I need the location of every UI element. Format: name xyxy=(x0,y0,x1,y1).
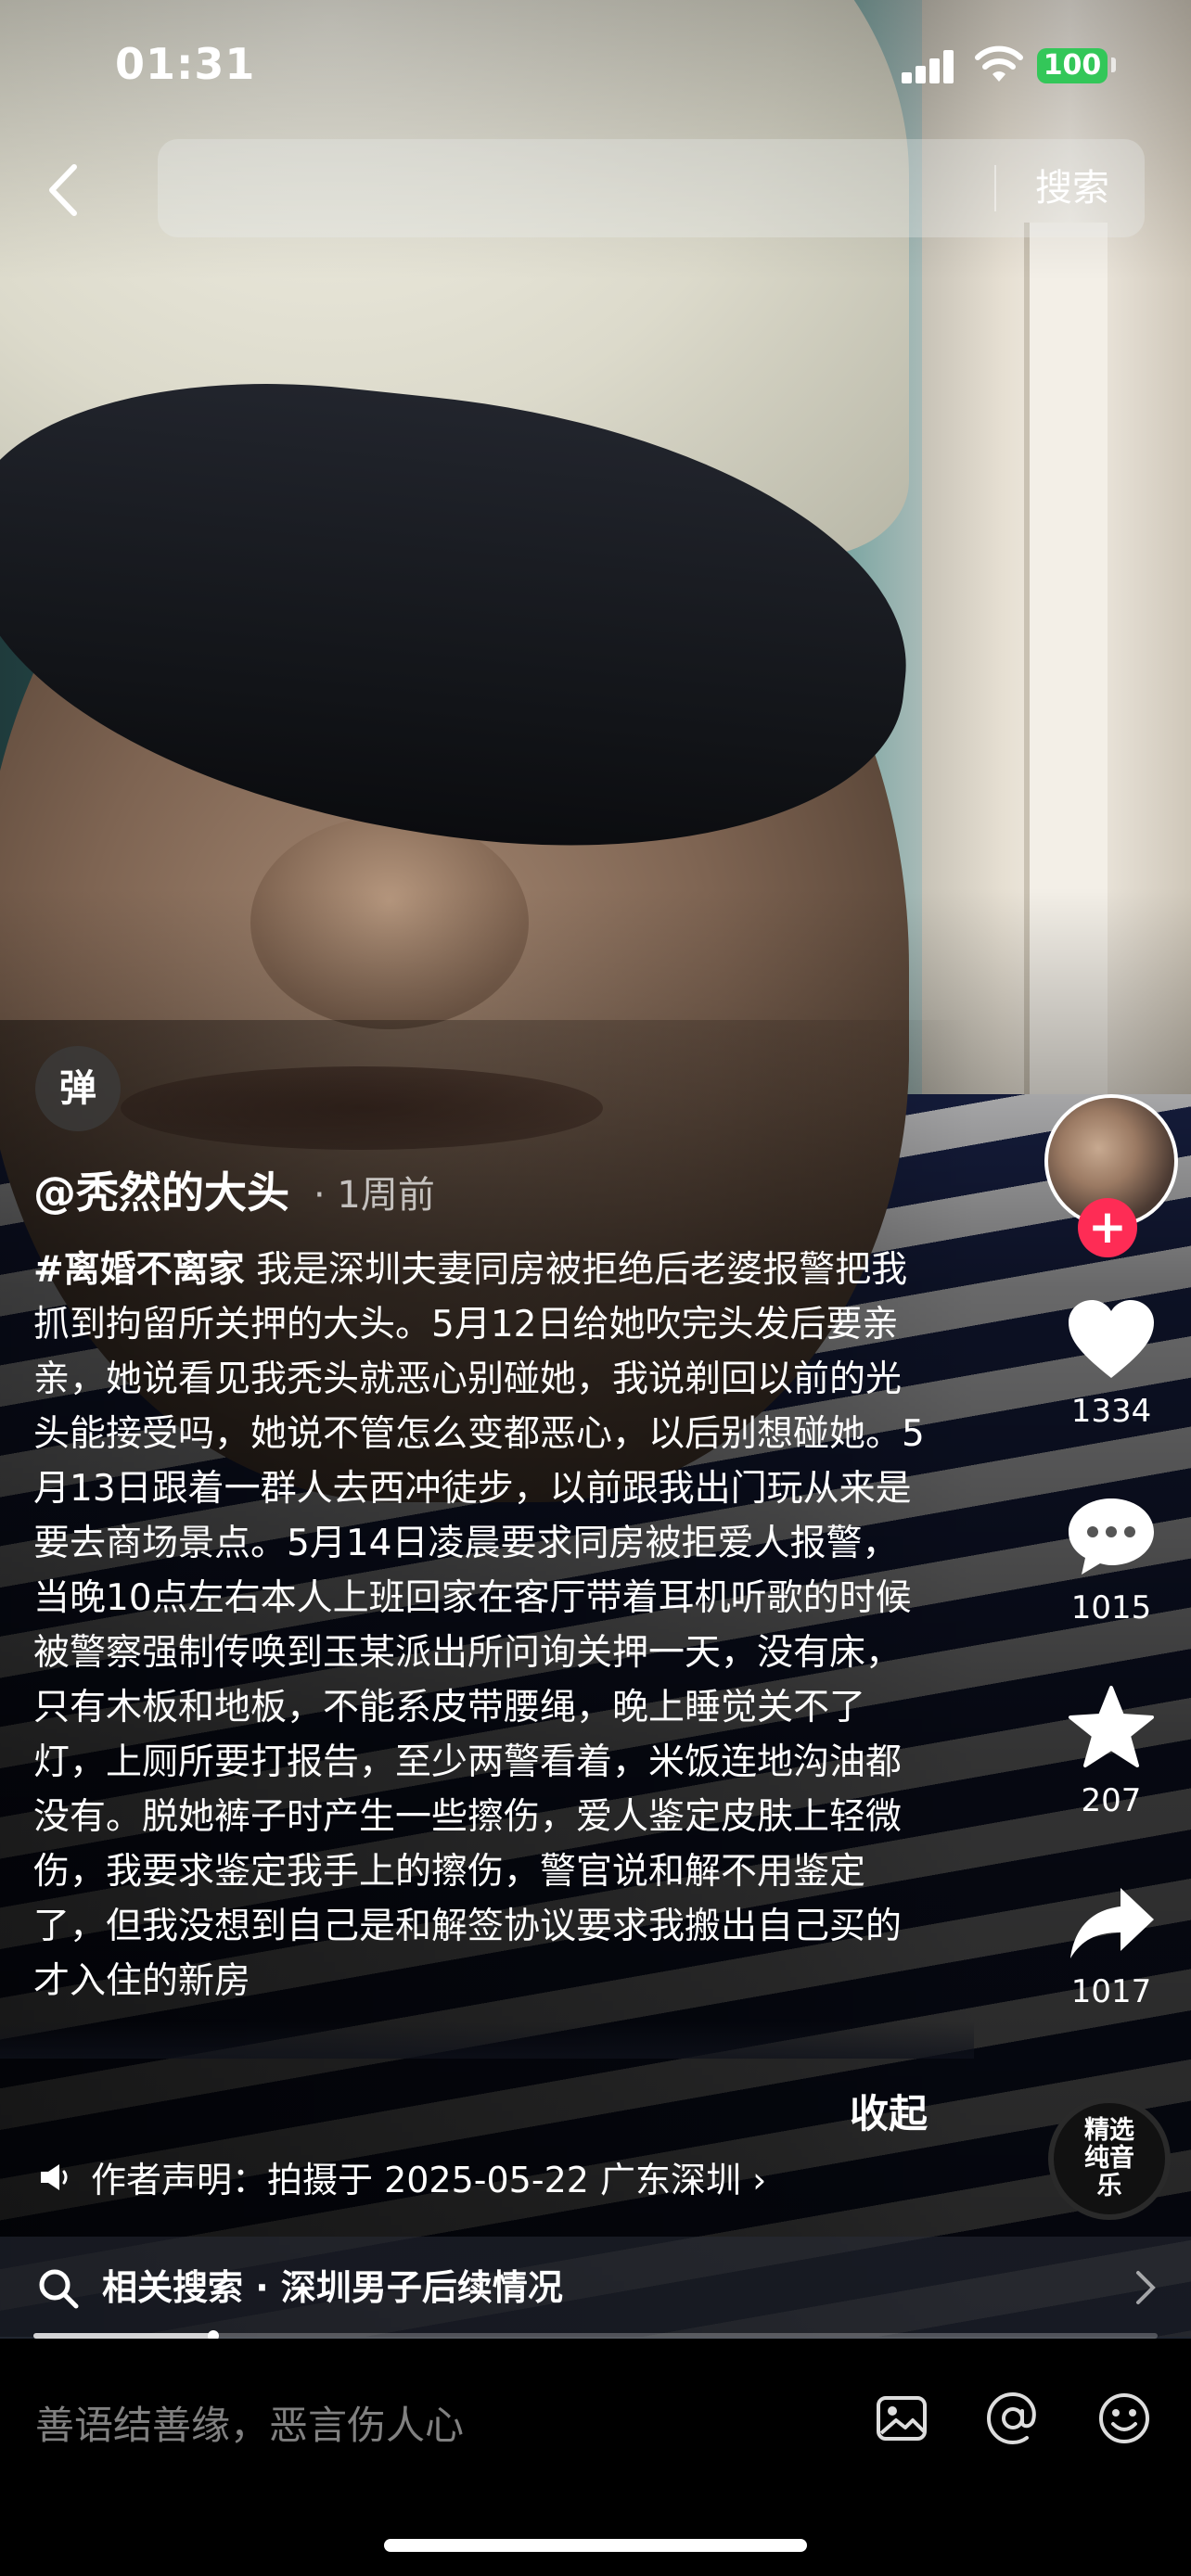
comment-icon xyxy=(1069,1498,1154,1575)
comment-input[interactable]: 善语结善缘，恶言伤人心 xyxy=(35,2394,464,2451)
status-time: 01:31 xyxy=(115,39,256,89)
related-search-bar[interactable]: 相关搜索 · 深圳男子后续情况 xyxy=(0,2237,1191,2339)
comment-button[interactable]: 1015 xyxy=(1046,1495,1176,1626)
post-time: · 1周前 xyxy=(314,1174,435,1217)
speaker-icon xyxy=(41,2163,68,2190)
danmaku-toggle-button[interactable]: 弹 xyxy=(35,1046,121,1131)
share-count: 1017 xyxy=(1070,1973,1152,2010)
search-icon xyxy=(39,2269,79,2309)
comment-bar: 善语结善缘，恶言伤人心 xyxy=(0,2339,1191,2576)
caption-text: 我是深圳夫妻同房被拒绝后老婆报警把我抓到拘留所关押的大头。5月12日给她吹完头发… xyxy=(33,1249,925,2002)
like-button[interactable]: 1334 xyxy=(1046,1298,1176,1430)
collapse-button[interactable]: 收起 xyxy=(850,2083,928,2139)
post-caption: #离婚不离家 我是深圳夫妻同房被拒绝后老婆报警把我抓到拘留所关押的大头。5月12… xyxy=(33,1243,933,2059)
chevron-right-icon xyxy=(1136,2271,1156,2304)
comment-count: 1015 xyxy=(1070,1589,1152,1626)
caption-fade xyxy=(0,2021,974,2059)
battery-indicator: 100 xyxy=(1037,48,1108,83)
follow-button[interactable]: + xyxy=(1078,1198,1137,1257)
hashtag-link[interactable]: #离婚不离家 xyxy=(33,1249,245,1291)
author-statement[interactable]: 作者声明：拍摄于 2025-05-22 广东深圳 › xyxy=(37,2151,766,2202)
back-icon[interactable] xyxy=(37,158,93,223)
author-statement-text: 作者声明：拍摄于 2025-05-22 广东深圳 › xyxy=(91,2160,767,2200)
battery-tip xyxy=(1111,57,1116,72)
author-name[interactable]: @秃然的大头 xyxy=(33,1159,289,1220)
music-label: 精选纯音乐 xyxy=(1084,2116,1134,2200)
search-button[interactable]: 搜索 xyxy=(1035,139,1109,237)
heart-icon xyxy=(1069,1300,1154,1378)
share-button[interactable]: 1017 xyxy=(1046,1882,1176,2010)
home-indicator xyxy=(384,2539,807,2552)
music-disc[interactable]: 精选纯音乐 xyxy=(1048,2098,1171,2220)
like-count: 1334 xyxy=(1070,1393,1152,1430)
image-icon[interactable] xyxy=(874,2391,929,2446)
star-icon xyxy=(1069,1686,1154,1767)
cellular-signal-icon xyxy=(902,50,955,83)
at-icon[interactable] xyxy=(985,2391,1041,2446)
author-row: @秃然的大头 · 1周前 xyxy=(33,1159,435,1224)
emoji-icon[interactable] xyxy=(1096,2391,1152,2446)
favorite-count: 207 xyxy=(1081,1782,1142,1819)
search-divider xyxy=(994,165,996,211)
search-input[interactable]: 搜索 xyxy=(158,139,1145,237)
share-icon xyxy=(1070,1888,1154,1958)
favorite-button[interactable]: 207 xyxy=(1046,1684,1176,1819)
related-search-text: 相关搜索 · 深圳男子后续情况 xyxy=(102,2267,563,2308)
wifi-icon xyxy=(975,45,1023,82)
